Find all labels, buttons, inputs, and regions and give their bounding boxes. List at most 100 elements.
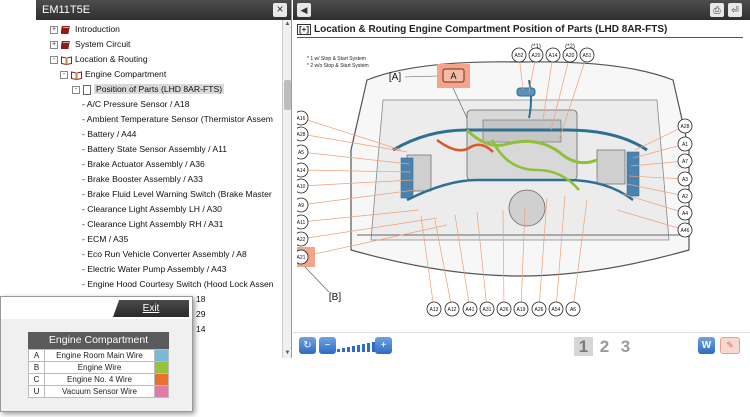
tree-item[interactable]: - Engine Compartment xyxy=(60,67,166,82)
tree-item[interactable]: - Electric Water Pump Assembly / A43 xyxy=(82,262,226,277)
diagram-pane: ◀ ⎙ ⏎ [+] Location & Routing Engine Compa… xyxy=(293,0,750,358)
tree-item[interactable]: 14 xyxy=(196,322,206,337)
collapse-icon[interactable]: - xyxy=(72,85,80,94)
expand-title-icon[interactable]: [+] xyxy=(297,24,311,35)
engine-compartment-diagram: A[A][B](*1) (*2)A52 A20 A14 A20 A51A16A28A5A1… xyxy=(297,44,693,317)
callout-b-label: [B] xyxy=(329,292,341,303)
legend-title: Engine Compartment xyxy=(28,332,169,349)
tree-item-label: - Brake Booster Assembly / A33 xyxy=(82,174,203,184)
connector-label: A52 xyxy=(515,53,524,59)
page-2-button[interactable]: 2 xyxy=(595,337,614,356)
legend-row: A Engine Room Main Wire xyxy=(28,349,169,362)
expand-icon[interactable]: + xyxy=(50,25,58,34)
diagram-toolbar: ◀ ⎙ ⏎ xyxy=(293,0,750,20)
connector-label: A19 xyxy=(517,307,526,313)
legend-row: U Vacuum Sensor Wire xyxy=(28,385,169,398)
exit-window-icon[interactable]: ⏎ xyxy=(728,3,742,17)
tree-item-label: - Clearance Light Assembly RH / A31 xyxy=(82,219,224,229)
connector-label: A28 xyxy=(297,132,306,138)
tree-item-label: 14 xyxy=(196,324,206,334)
zoom-in-icon[interactable]: + xyxy=(375,337,392,354)
expand-icon[interactable]: + xyxy=(50,40,58,49)
tree-item-label: - Electric Water Pump Assembly / A43 xyxy=(82,264,227,274)
scrollbar-thumb[interactable] xyxy=(284,80,291,110)
tree-item-label: - Battery / A44 xyxy=(82,129,137,139)
tree-item[interactable]: 29 xyxy=(196,307,206,322)
tree-item-label: Introduction xyxy=(75,24,120,34)
tree-item-label: Position of Parts (LHD 8AR-FTS) xyxy=(94,84,225,94)
back-arrow-icon[interactable]: ◀ xyxy=(297,3,311,17)
tree-item[interactable]: - ECM / A35 xyxy=(82,232,128,247)
close-icon[interactable]: × xyxy=(273,3,287,17)
radiator-fan xyxy=(508,189,546,227)
tree-item[interactable]: - Engine Hood Courtesy Switch (Hood Lock… xyxy=(82,277,274,292)
tree-item[interactable]: - Ambient Temperature Sensor (Thermistor… xyxy=(82,112,273,127)
connector-label: A28 xyxy=(681,124,690,130)
tree-item-label: - Clearance Light Assembly LH / A30 xyxy=(82,204,222,214)
tree-item[interactable]: - A/C Pressure Sensor / A18 xyxy=(82,97,189,112)
tree-item[interactable]: - Eco Run Vehicle Converter Assembly / A… xyxy=(82,247,247,262)
connector-label: A51 xyxy=(583,53,592,59)
connector-label: A4 xyxy=(682,211,688,217)
book-icon xyxy=(61,40,70,49)
legend-color-swatch xyxy=(154,361,169,374)
connector-label: A31 xyxy=(483,307,492,313)
legend-letter: C xyxy=(28,373,45,386)
collapse-icon[interactable]: - xyxy=(50,55,58,64)
legend-popup-header: Exit xyxy=(1,297,192,319)
tree-item-label: Location & Routing xyxy=(75,54,148,64)
tree-item[interactable]: 18 xyxy=(196,292,206,307)
tree-item[interactable]: - Clearance Light Assembly RH / A31 xyxy=(82,217,223,232)
tree-item-label: - Ambient Temperature Sensor (Thermistor… xyxy=(82,114,273,124)
document-icon xyxy=(83,84,91,95)
tree-item[interactable]: - Brake Fluid Level Warning Switch (Brak… xyxy=(82,187,272,202)
scroll-up-icon[interactable]: ▲ xyxy=(283,20,292,29)
right-wire-bundle xyxy=(626,151,640,197)
exit-button[interactable]: Exit xyxy=(113,300,189,317)
tree-item-label: - A/C Pressure Sensor / A18 xyxy=(82,99,190,109)
legend-wire-name: Vacuum Sensor Wire xyxy=(44,385,155,398)
connector-label: A1 xyxy=(682,142,688,148)
print-icon[interactable]: ⎙ xyxy=(710,3,724,17)
connector-label: A13 xyxy=(430,307,439,313)
scroll-down-icon[interactable]: ▼ xyxy=(283,349,292,358)
legend-row: B Engine Wire xyxy=(28,361,169,374)
collapse-icon[interactable]: - xyxy=(60,70,68,79)
tree-item-label: Engine Compartment xyxy=(85,69,167,79)
page-3-button[interactable]: 3 xyxy=(616,337,635,356)
legend-popup: Exit Engine Compartment A Engine Room Mai… xyxy=(0,296,193,412)
legend-color-swatch xyxy=(154,349,169,362)
tree-item[interactable]: + System Circuit xyxy=(50,37,130,52)
application-window: EM11T5E × + Introduction + System Circuit - L… xyxy=(0,0,750,417)
legend-letter: A xyxy=(28,349,45,362)
tree-item[interactable]: - Brake Actuator Assembly / A36 xyxy=(82,157,205,172)
page-1-button[interactable]: 1 xyxy=(574,337,593,356)
tree-item[interactable]: - Battery / A44 xyxy=(82,127,136,142)
tree-item[interactable]: - Brake Booster Assembly / A33 xyxy=(82,172,203,187)
tree-item-label: - Eco Run Vehicle Converter Assembly / A… xyxy=(82,249,247,259)
legend-letter: U xyxy=(28,385,45,398)
tree-item[interactable]: - Position of Parts (LHD 8AR-FTS) xyxy=(72,82,225,97)
tree-item[interactable]: + Introduction xyxy=(50,22,120,37)
tree-scrollbar[interactable]: ▲ ▼ xyxy=(282,20,291,358)
tree-item[interactable]: - Battery State Sensor Assembly / A11 xyxy=(82,142,227,157)
legend-row: C Engine No. 4 Wire xyxy=(28,373,169,386)
callout-a-label: [A] xyxy=(389,72,401,83)
legend-color-swatch xyxy=(154,373,169,386)
tree-item[interactable]: - Location & Routing xyxy=(50,52,148,67)
wiring-button[interactable]: W xyxy=(698,337,715,354)
comment-icon[interactable]: ✎ xyxy=(720,337,740,354)
fuse-box-part xyxy=(596,149,626,185)
connector-label: A22 xyxy=(297,237,306,243)
reset-view-icon[interactable]: ↻ xyxy=(299,337,316,354)
navigation-header: EM11T5E × xyxy=(36,0,291,20)
connector-label: A5 xyxy=(298,150,304,156)
connector-label: A11 xyxy=(297,220,305,226)
open-book-icon xyxy=(61,56,72,65)
tree-item[interactable]: - Clearance Light Assembly LH / A30 xyxy=(82,202,222,217)
connector-label: A2 xyxy=(682,194,688,200)
connector-label: A14 xyxy=(297,168,306,174)
tree-item-label: - Engine Hood Courtesy Switch (Hood Lock… xyxy=(82,279,274,289)
tree-item-label: - Brake Actuator Assembly / A36 xyxy=(82,159,205,169)
zoom-out-icon[interactable]: − xyxy=(319,337,336,354)
